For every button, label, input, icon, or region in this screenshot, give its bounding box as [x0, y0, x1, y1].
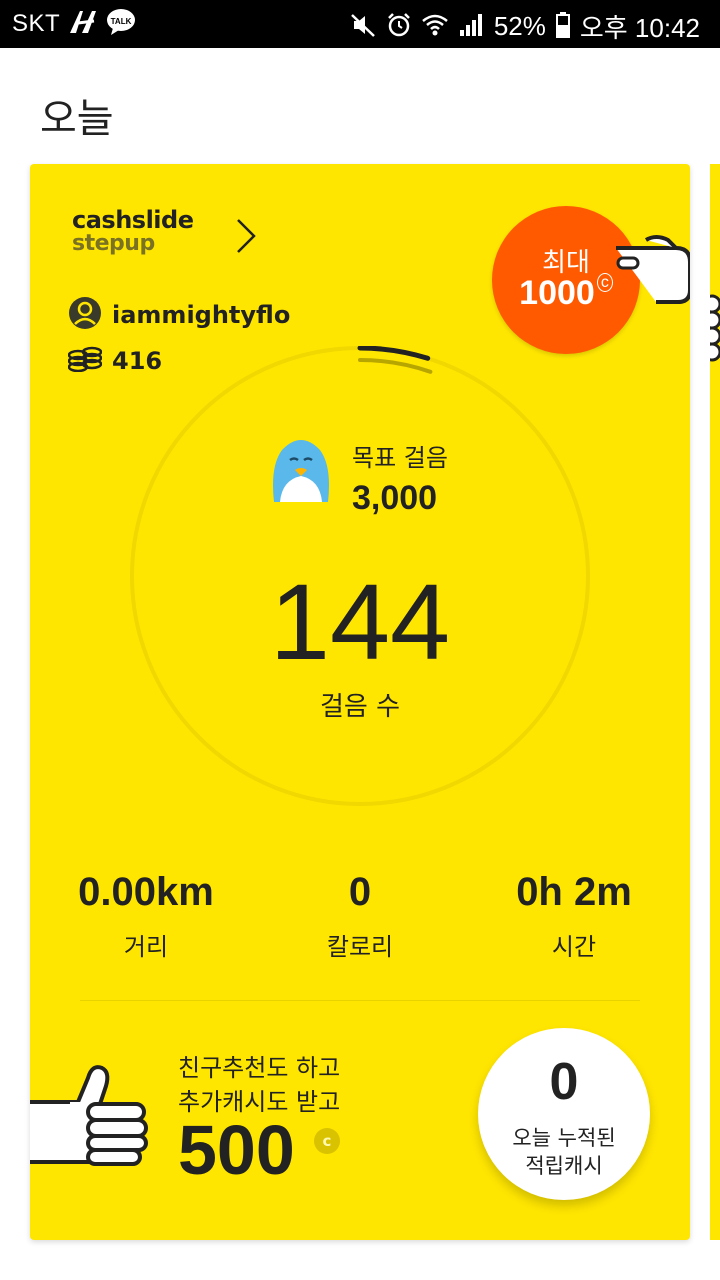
cash-coin-icon: c — [314, 1128, 340, 1154]
alarm-icon — [386, 12, 412, 42]
cashslide-stepup-logo[interactable]: cashslide stepup — [72, 208, 194, 256]
next-card-peek[interactable] — [710, 164, 720, 1240]
brand-line2: stepup — [72, 231, 155, 256]
penguin-mascot-icon — [268, 436, 334, 510]
talk-icon: TALK — [106, 8, 136, 40]
divider — [80, 1000, 640, 1001]
today-cash-label-line1: 오늘 누적된 — [512, 1126, 616, 1150]
promo-amount[interactable]: 500 — [178, 1114, 295, 1186]
wifi-icon — [422, 12, 448, 42]
stat-distance: 0.00km 거리 — [36, 870, 256, 962]
next-card-hand-icon — [710, 294, 720, 362]
clock: 오후 10:42 — [579, 13, 700, 43]
step-progress-arc-shadow — [358, 358, 433, 374]
stepup-card[interactable]: cashslide stepup iammightyflo 416 최대 100… — [30, 164, 690, 1240]
stat-time: 0h 2m 시간 — [464, 870, 684, 962]
pointing-hand-icon — [616, 230, 690, 334]
promo-line1[interactable]: 친구추천도 하고 — [178, 1048, 340, 1083]
step-progress-arc — [357, 346, 431, 361]
chevron-right-icon[interactable] — [234, 216, 258, 260]
goal-block: 목표 걸음 3,000 — [352, 438, 448, 518]
stat-calories-label: 칼로리 — [326, 933, 394, 961]
stat-calories: 0 칼로리 — [250, 870, 470, 962]
stat-distance-label: 거리 — [123, 933, 169, 961]
brand-line1: cashslide — [72, 206, 194, 234]
goal-label: 목표 걸음 — [352, 444, 448, 472]
max-reward-number: 1000 — [519, 274, 595, 312]
status-bar: SKT TALK 52% 오후 10:42 — [0, 0, 720, 48]
page-title: 오늘 — [40, 96, 114, 142]
step-count-label: 걸음 수 — [319, 692, 401, 722]
today-cash-label-line2: 적립캐시 — [525, 1154, 603, 1178]
user-row: iammightyflo — [68, 296, 290, 334]
talk-badge-text: TALK — [111, 17, 132, 26]
user-avatar-icon — [68, 296, 102, 334]
today-cash-value: 0 — [549, 1053, 579, 1111]
battery-percent: 52% — [493, 11, 546, 41]
stat-time-label: 시간 — [551, 933, 597, 961]
username: iammightyflo — [112, 301, 291, 329]
mute-icon — [350, 12, 376, 42]
cash-mark-icon: c — [596, 273, 613, 292]
step-count: 144 — [269, 561, 451, 682]
today-cash-circle[interactable]: 0 오늘 누적된 적립캐시 — [478, 1028, 650, 1200]
coins-icon — [67, 346, 103, 376]
stat-calories-value: 0 — [348, 870, 372, 914]
lte-icon — [68, 9, 98, 39]
goal-value: 3,000 — [352, 479, 438, 517]
battery-icon — [555, 11, 570, 42]
thumbs-up-icon — [30, 1062, 150, 1176]
carrier-label: SKT — [12, 10, 61, 37]
signal-icon — [458, 12, 484, 42]
today-cash-label: 오늘 누적된 적립캐시 — [478, 1124, 650, 1180]
stat-distance-value: 0.00km — [78, 870, 214, 914]
stat-time-value: 0h 2m — [516, 870, 632, 914]
